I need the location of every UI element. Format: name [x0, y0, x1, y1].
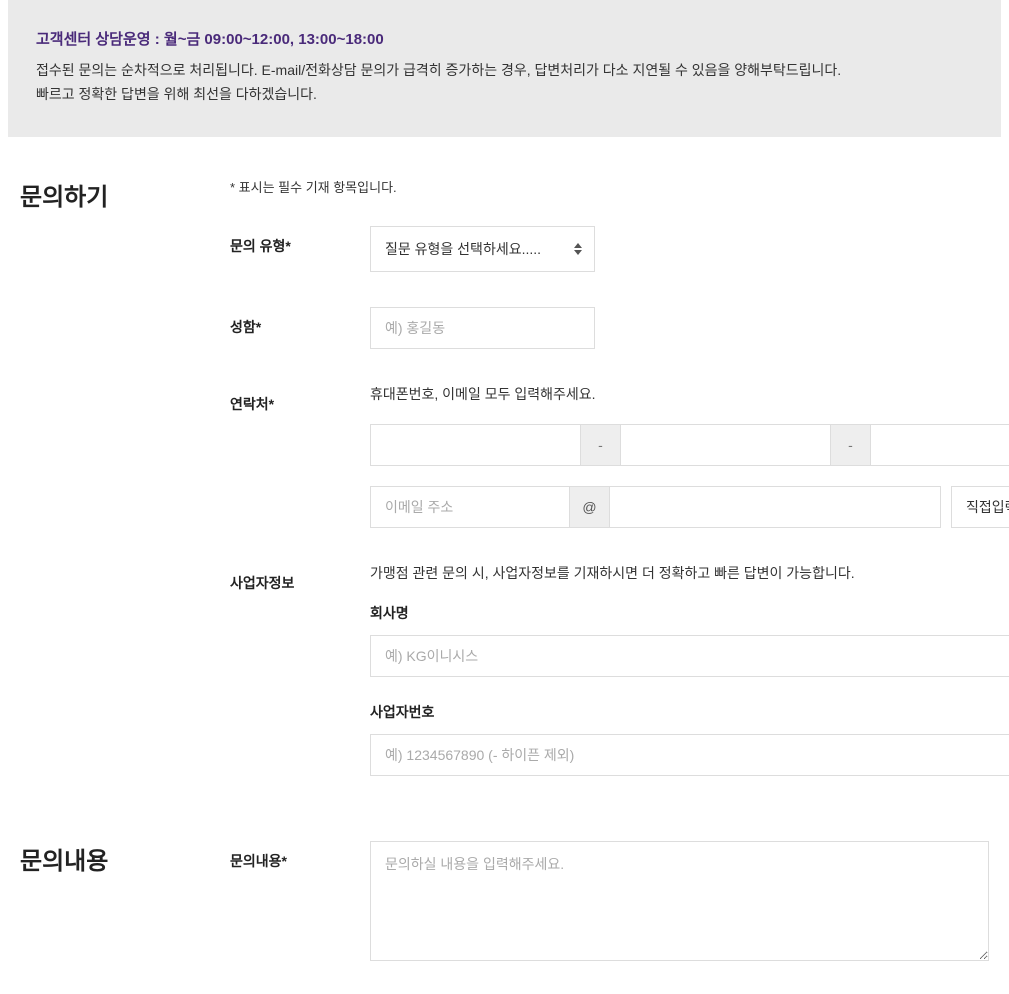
- inquiry-type-label: 문의 유형*: [230, 226, 370, 256]
- notice-line-1: 접수된 문의는 순차적으로 처리됩니다. E-mail/전화상담 문의가 급격히…: [36, 59, 973, 83]
- contact-hint: 휴대폰번호, 이메일 모두 입력해주세요.: [370, 384, 1009, 404]
- bizno-label: 사업자번호: [370, 702, 1009, 722]
- row-business-info: 사업자정보 가맹점 관련 문의 시, 사업자정보를 기재하시면 더 정확하고 빠…: [230, 563, 1009, 801]
- sort-caret-icon: [574, 243, 582, 255]
- required-fields-note: * 표시는 필수 기재 항목입니다.: [230, 177, 1009, 196]
- inquiry-section: 문의하기 * 표시는 필수 기재 항목입니다. 문의 유형* 질문 유형을 선택…: [0, 177, 1009, 811]
- phone-part-3[interactable]: [871, 424, 1009, 466]
- business-info-hint: 가맹점 관련 문의 시, 사업자정보를 기재하시면 더 정확하고 빠른 답변이 …: [370, 563, 1009, 583]
- contact-label: 연락처*: [230, 384, 370, 414]
- content-section-title: 문의내용: [20, 841, 230, 964]
- email-at-separator: @: [570, 486, 610, 528]
- email-domain-input[interactable]: [610, 486, 941, 528]
- inquiry-type-selected: 질문 유형을 선택하세요.....: [385, 241, 541, 257]
- phone-separator-1: -: [581, 424, 621, 466]
- phone-part-1[interactable]: [370, 424, 581, 466]
- company-label: 회사명: [370, 603, 1009, 623]
- notice-body: 접수된 문의는 순차적으로 처리됩니다. E-mail/전화상담 문의가 급격히…: [36, 59, 973, 107]
- content-textarea[interactable]: [370, 841, 989, 961]
- email-input-group: @ 직접입력: [370, 486, 1009, 528]
- bizno-block: 사업자번호: [370, 702, 1009, 776]
- email-local-input[interactable]: [370, 486, 570, 528]
- notice-title: 고객센터 상담운영 : 월~금 09:00~12:00, 13:00~18:00: [36, 28, 973, 49]
- company-block: 회사명: [370, 603, 1009, 677]
- phone-separator-2: -: [831, 424, 871, 466]
- content-section: 문의내용 문의내용*: [0, 841, 1009, 964]
- phone-part-2[interactable]: [621, 424, 831, 466]
- name-input[interactable]: [370, 307, 595, 349]
- row-contact: 연락처* 휴대폰번호, 이메일 모두 입력해주세요. - - @ 직접입력: [230, 384, 1009, 528]
- notice-line-2: 빠르고 정확한 답변을 위해 최선을 다하겠습니다.: [36, 83, 973, 107]
- name-label: 성함*: [230, 307, 370, 337]
- row-content: 문의내용*: [230, 841, 989, 964]
- company-input[interactable]: [370, 635, 1009, 677]
- inquiry-section-title: 문의하기: [20, 177, 230, 811]
- email-domain-select[interactable]: 직접입력: [951, 486, 1009, 528]
- operating-hours-notice: 고객센터 상담운영 : 월~금 09:00~12:00, 13:00~18:00…: [8, 0, 1001, 137]
- phone-input-group: - -: [370, 424, 1009, 466]
- content-label: 문의내용*: [230, 841, 370, 871]
- row-name: 성함*: [230, 307, 1009, 349]
- row-inquiry-type: 문의 유형* 질문 유형을 선택하세요.....: [230, 226, 1009, 272]
- bizno-input[interactable]: [370, 734, 1009, 776]
- business-info-label: 사업자정보: [230, 563, 370, 593]
- inquiry-type-select[interactable]: 질문 유형을 선택하세요.....: [370, 226, 595, 272]
